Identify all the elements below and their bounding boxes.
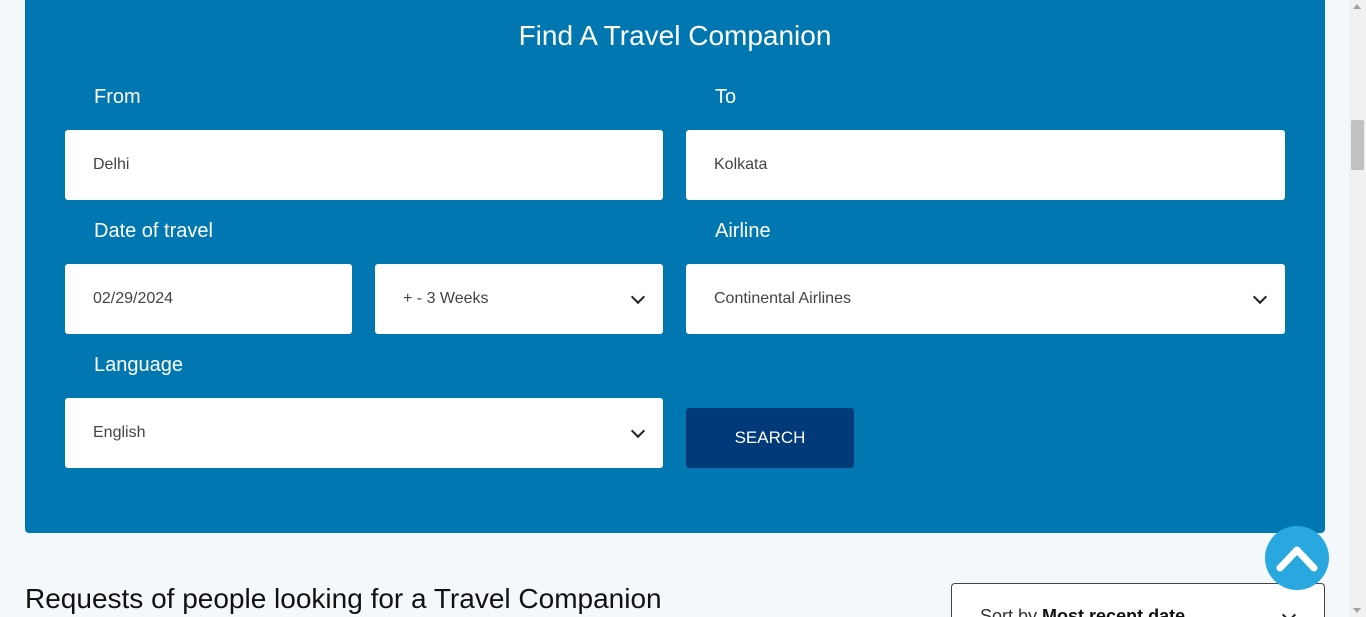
requests-heading: Requests of people looking for a Travel … <box>25 583 662 614</box>
scroll-thumb[interactable] <box>1351 120 1364 170</box>
to-input[interactable]: Kolkata <box>686 130 1285 200</box>
date-value: 02/29/2024 <box>93 290 174 307</box>
airline-value: Continental Airlines <box>714 290 851 307</box>
chevron-down-icon <box>1281 607 1297 617</box>
date-range-value: + - 3 Weeks <box>403 290 489 307</box>
page-scrollbar[interactable] <box>1349 0 1366 617</box>
chevron-up-icon <box>1276 546 1318 572</box>
to-label: To <box>715 86 737 108</box>
sort-select[interactable]: Sort by Most recent date <box>951 583 1325 617</box>
scroll-to-top-button[interactable] <box>1265 526 1329 590</box>
chevron-down-icon <box>1252 289 1268 305</box>
chevron-down-icon <box>630 423 646 439</box>
search-button[interactable]: SEARCH <box>686 408 854 468</box>
scroll-down-arrow-icon[interactable] <box>1353 608 1361 613</box>
date-label: Date of travel <box>94 220 213 242</box>
from-input[interactable]: Delhi <box>65 130 663 200</box>
language-select[interactable]: English <box>65 398 663 468</box>
from-value: Delhi <box>93 156 130 173</box>
search-panel: Find A Travel Companion From Delhi To Ko… <box>25 0 1325 533</box>
sort-value: Most recent date <box>1042 606 1186 617</box>
chevron-down-icon <box>630 289 646 305</box>
date-range-select[interactable]: + - 3 Weeks <box>375 264 663 334</box>
language-value: English <box>93 424 146 441</box>
language-label: Language <box>94 354 183 376</box>
airline-select[interactable]: Continental Airlines <box>686 264 1285 334</box>
panel-title: Find A Travel Companion <box>518 20 832 51</box>
from-label: From <box>94 86 141 108</box>
sort-prefix: Sort by <box>980 606 1038 617</box>
date-input[interactable]: 02/29/2024 <box>65 264 352 334</box>
scroll-up-arrow-icon[interactable] <box>1353 4 1361 9</box>
to-value: Kolkata <box>714 156 768 173</box>
airline-label: Airline <box>715 220 771 242</box>
